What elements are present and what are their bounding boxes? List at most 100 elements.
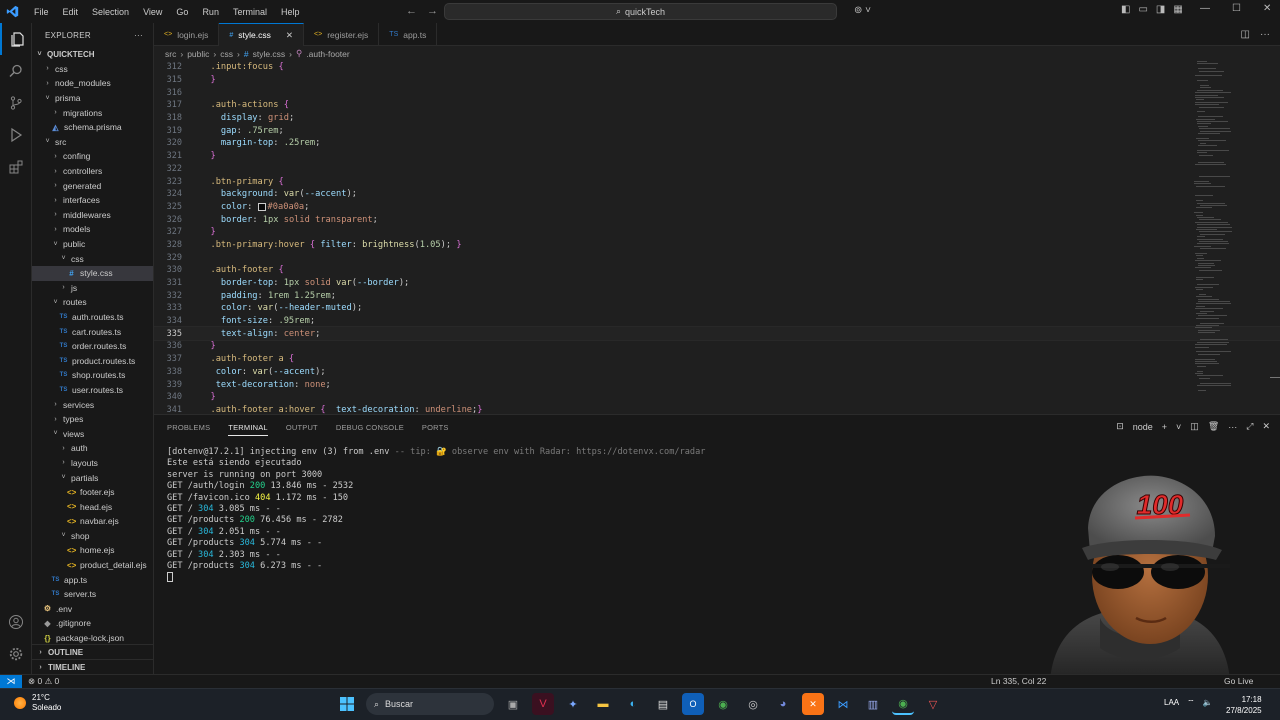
file-item[interactable]: TS user.routes.ts <box>32 383 153 398</box>
toggle-sidebar-icon[interactable]: ◧ <box>1121 4 1130 15</box>
file-item[interactable]: TS app.ts <box>32 572 153 587</box>
folder-item[interactable]: › models <box>32 222 153 237</box>
panel-tab-debug-console[interactable]: DEBUG CONSOLE <box>336 423 404 432</box>
tab-app-ts[interactable]: TS app.ts <box>379 23 438 46</box>
folder-item[interactable]: › generated <box>32 178 153 193</box>
more-actions-icon[interactable]: ··· <box>1228 422 1237 432</box>
account-icon[interactable] <box>0 606 32 638</box>
breadcrumb-item[interactable]: css <box>220 49 233 59</box>
file-item[interactable]: <> navbar.ejs <box>32 514 153 529</box>
file-item[interactable]: ◆ .gitignore <box>32 616 153 631</box>
breadcrumb-item[interactable]: public <box>187 49 209 59</box>
run-debug-icon[interactable] <box>0 119 32 151</box>
go-live-button[interactable]: Go Live <box>1224 676 1253 686</box>
store-icon[interactable]: ▤ <box>652 693 674 715</box>
menu-run[interactable]: Run <box>195 7 226 17</box>
folder-item[interactable]: ˅ css <box>32 251 153 266</box>
chrome-icon[interactable]: ◉ <box>712 693 734 715</box>
folder-item[interactable]: › types <box>32 412 153 427</box>
copilot-icon[interactable]: ⊚ ˅ <box>854 5 871 16</box>
settings-gear-icon[interactable] <box>0 638 32 670</box>
forward-arrow-icon[interactable]: → <box>427 5 438 17</box>
color-swatch-icon[interactable] <box>257 202 266 211</box>
more-actions-icon[interactable]: ··· <box>1260 29 1270 40</box>
file-item[interactable]: # style.css <box>32 265 153 281</box>
tab-register-ejs[interactable]: <> register.ejs <box>304 23 380 46</box>
terminal-shell-label[interactable]: node <box>1133 422 1153 432</box>
file-item[interactable]: <> footer.ejs <box>32 485 153 500</box>
terminal-cursor[interactable] <box>167 572 173 583</box>
windows-start-icon[interactable] <box>336 693 358 715</box>
file-item[interactable]: <> head.ejs <box>32 499 153 514</box>
file-item[interactable]: TS order.routes.ts <box>32 339 153 354</box>
folder-item[interactable]: › confing <box>32 149 153 164</box>
panel-tab-terminal[interactable]: TERMINAL <box>228 423 268 436</box>
breadcrumb-item[interactable]: .auth-footer <box>306 49 349 59</box>
outlook-icon[interactable]: O <box>682 693 704 715</box>
close-tab-icon[interactable]: ✕ <box>286 30 293 41</box>
tab-login-ejs[interactable]: <> login.ejs <box>154 23 220 46</box>
folder-item[interactable]: ˅ prisma <box>32 91 153 106</box>
folder-item[interactable]: › layouts <box>32 456 153 471</box>
chevron-down-icon[interactable]: ˅ <box>1176 422 1181 432</box>
cursor-position[interactable]: Ln 335, Col 22 <box>991 676 1046 686</box>
folder-item[interactable]: › migrations <box>32 105 153 120</box>
menu-go[interactable]: Go <box>169 7 195 17</box>
github-icon[interactable]: ◎ <box>742 693 764 715</box>
maximize-icon[interactable]: ☐ <box>1232 3 1241 14</box>
app-v-icon[interactable]: V <box>532 693 554 715</box>
file-item[interactable]: ⚙ .env <box>32 602 153 617</box>
toggle-secondary-sidebar-icon[interactable]: ◨ <box>1156 4 1165 15</box>
terminal-output[interactable]: [dotenv@17.2.1] injecting env (3) from .… <box>167 447 705 584</box>
remote-indicator-icon[interactable]: ⋊ <box>0 674 22 689</box>
file-item[interactable]: TS shop.routes.ts <box>32 368 153 383</box>
folder-item[interactable]: ˅ views <box>32 426 153 441</box>
folder-item[interactable]: ˅ partials <box>32 470 153 485</box>
folder-item[interactable]: › middlewares <box>32 208 153 223</box>
extensions-icon[interactable] <box>0 151 32 183</box>
menu-file[interactable]: File <box>27 7 56 17</box>
menu-selection[interactable]: Selection <box>85 7 136 17</box>
split-terminal-icon[interactable]: ◫ <box>1190 421 1199 432</box>
file-item[interactable]: TS auth.routes.ts <box>32 310 153 325</box>
folder-item[interactable]: ˅ shop <box>32 529 153 544</box>
folder-item[interactable]: › services <box>32 397 153 412</box>
volume-icon[interactable]: 🔈 <box>1203 698 1213 708</box>
weather-widget[interactable]: 21°C Soleado <box>14 693 61 713</box>
folder-item[interactable]: ˅ src <box>32 135 153 150</box>
folder-item[interactable]: › interfaces <box>32 193 153 208</box>
scrollbar-marker[interactable] <box>1270 377 1280 378</box>
breadcrumb-item[interactable]: style.css <box>253 49 286 59</box>
tab-style-css[interactable]: # style.css ✕ <box>219 23 304 46</box>
search-sidebar-icon[interactable] <box>0 55 32 87</box>
breadcrumb-item[interactable]: src <box>165 49 176 59</box>
vscode-taskbar-icon[interactable]: ⋈ <box>832 693 854 715</box>
app-v-red-icon[interactable]: ▽ <box>922 693 944 715</box>
source-control-icon[interactable] <box>0 87 32 119</box>
folder-item[interactable]: › css <box>32 62 153 77</box>
close-window-icon[interactable]: ✕ <box>1263 3 1271 14</box>
file-item[interactable]: TS server.ts <box>32 587 153 602</box>
task-view-icon[interactable]: ▣ <box>502 693 524 715</box>
explorer-icon[interactable] <box>0 23 32 55</box>
file-item[interactable]: ◭ schema.prisma <box>32 120 153 135</box>
folder-item[interactable]: › auth <box>32 441 153 456</box>
file-item[interactable]: TS cart.routes.ts <box>32 324 153 339</box>
copilot-app-icon[interactable]: ✦ <box>562 693 584 715</box>
panel-tab-output[interactable]: OUTPUT <box>286 423 318 432</box>
folder-item[interactable]: › controllers <box>32 164 153 179</box>
xampp-icon[interactable]: ✕ <box>802 693 824 715</box>
timeline-section[interactable]: › TIMELINE <box>32 659 153 674</box>
folder-item[interactable]: › node_modules <box>32 76 153 91</box>
file-item[interactable]: TS product.routes.ts <box>32 353 153 368</box>
file-item[interactable]: <> home.ejs <box>32 543 153 558</box>
menu-view[interactable]: View <box>136 7 169 17</box>
more-actions-icon[interactable]: ··· <box>134 31 143 40</box>
file-explorer-icon[interactable]: ▬ <box>592 693 614 715</box>
folder-item[interactable]: ˅ routes <box>32 295 153 310</box>
close-panel-icon[interactable]: ✕ <box>1262 421 1270 432</box>
command-center[interactable]: ⌕ quickTech <box>444 3 837 20</box>
outline-section[interactable]: › OUTLINE <box>32 644 153 659</box>
edge-browser-icon[interactable]: ◐ <box>622 693 644 715</box>
notepad-icon[interactable]: ▥ <box>862 693 884 715</box>
